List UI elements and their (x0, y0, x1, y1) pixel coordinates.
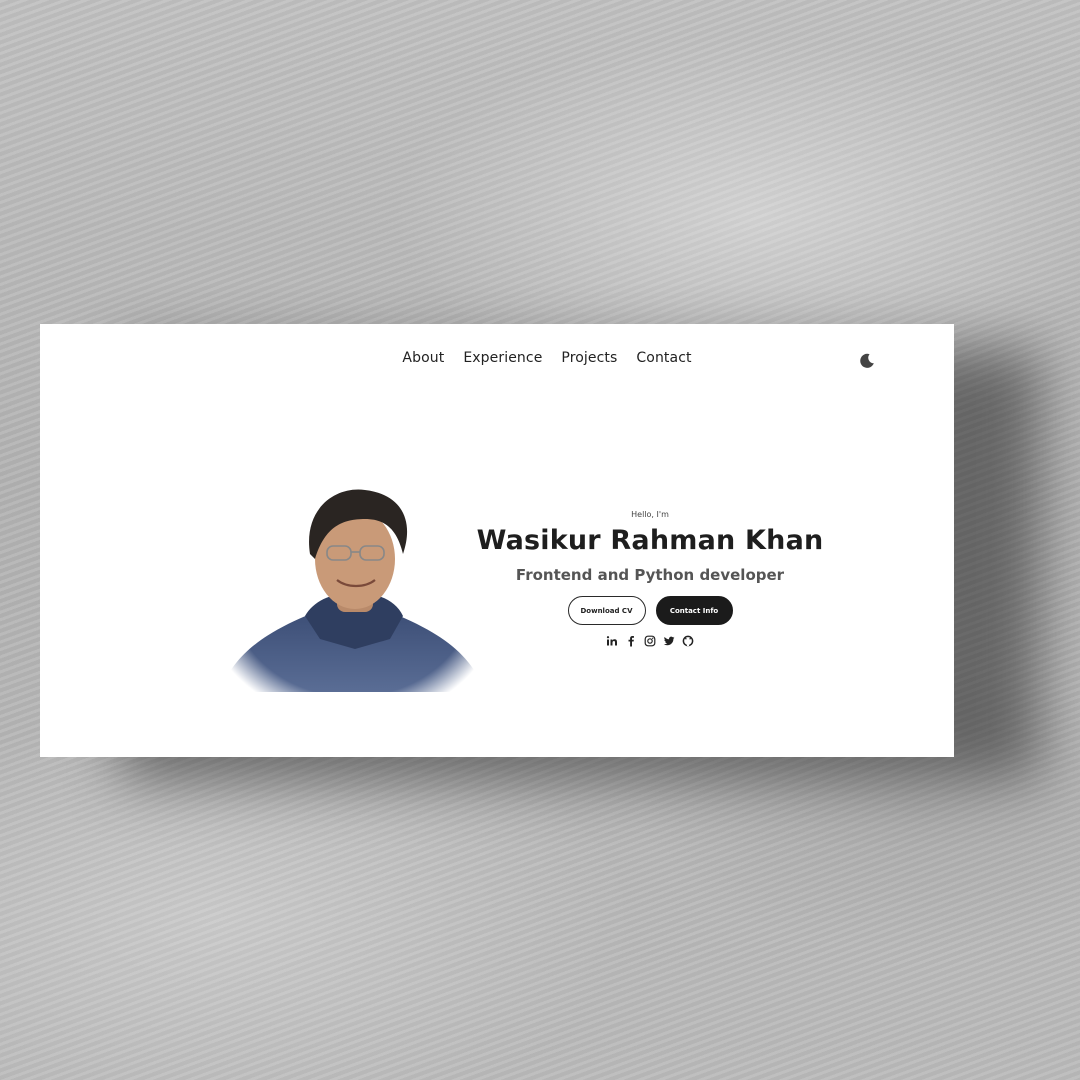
nav-experience[interactable]: Experience (463, 350, 542, 366)
moon-icon[interactable] (858, 352, 876, 370)
contact-info-button[interactable]: Contact Info (655, 596, 733, 625)
social-links (460, 635, 840, 647)
top-nav: About Experience Projects Contact (40, 350, 954, 366)
hero-name: Wasikur Rahman Khan (476, 525, 824, 556)
hero-buttons: Download CV Contact Info (460, 596, 840, 625)
nav-about[interactable]: About (402, 350, 444, 366)
github-icon[interactable] (682, 635, 694, 647)
greeting-text: Hello, I'm (631, 510, 669, 519)
facebook-icon[interactable] (625, 635, 637, 647)
profile-photo (215, 464, 490, 699)
instagram-icon[interactable] (644, 635, 656, 647)
nav-projects[interactable]: Projects (561, 350, 617, 366)
hero-section: Hello, I'm Wasikur Rahman Khan Frontend … (460, 510, 840, 647)
linkedin-icon[interactable] (606, 635, 618, 647)
hero-role: Frontend and Python developer (515, 566, 785, 584)
website-screenshot: About Experience Projects Contact Hello,… (40, 324, 954, 757)
nav-contact[interactable]: Contact (636, 350, 691, 366)
download-cv-button[interactable]: Download CV (567, 596, 646, 625)
twitter-icon[interactable] (663, 635, 675, 647)
